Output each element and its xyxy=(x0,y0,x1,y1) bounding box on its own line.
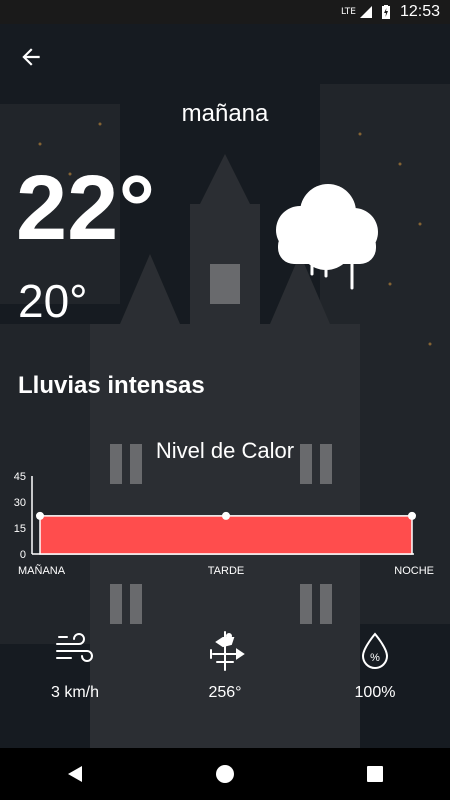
temperature-min: 20° xyxy=(18,275,88,327)
metric-humidity: % 100% xyxy=(325,628,425,702)
nav-recents-button[interactable] xyxy=(355,754,395,794)
signal-icon xyxy=(359,6,372,18)
status-time: 12:53 xyxy=(399,3,440,20)
nav-back-button[interactable] xyxy=(55,754,95,794)
heat-area xyxy=(39,515,413,555)
y-tick-label: 0 xyxy=(20,549,26,561)
svg-text:%: % xyxy=(370,652,380,664)
x-tick-label: TARDE xyxy=(208,565,244,577)
y-tick-label: 45 xyxy=(14,471,26,483)
weather-condition: Lluvias intensas xyxy=(18,372,205,399)
humidity-value: 100% xyxy=(354,684,396,701)
humidity-icon: % xyxy=(361,632,389,669)
circle-home-icon xyxy=(216,765,234,783)
y-tick-label: 30 xyxy=(14,497,26,509)
nav-home-button[interactable] xyxy=(205,754,245,794)
system-navigation-bar xyxy=(0,748,450,800)
y-tick-label: 15 xyxy=(14,523,26,535)
x-tick-label: MAÑANA xyxy=(18,564,66,577)
cloud-rain-icon xyxy=(276,184,378,290)
wind-icon xyxy=(56,633,93,662)
chart-point xyxy=(36,511,44,520)
weathervane-icon xyxy=(210,631,245,671)
metric-wind: 3 km/h xyxy=(25,628,125,702)
temperature-max: 22° xyxy=(16,157,156,259)
chart-point xyxy=(408,511,416,520)
square-recents-icon xyxy=(367,766,383,782)
weather-metrics: 3 km/h 256° % 100% xyxy=(0,628,450,708)
day-title: mañana xyxy=(181,100,269,127)
chart-point xyxy=(222,511,230,520)
network-type: LTE xyxy=(340,7,356,17)
x-tick-label: NOCHE xyxy=(394,565,434,577)
metric-direction: 256° xyxy=(175,628,275,702)
wind-speed: 3 km/h xyxy=(50,684,99,701)
status-bar: LTE 12:53 xyxy=(0,0,450,24)
triangle-back-icon xyxy=(68,766,82,782)
chart-title: Nivel de Calor xyxy=(155,438,295,463)
weather-screen: LTE 12:53 mañana 22° 20° Lluvias intensa… xyxy=(0,0,450,800)
wind-direction: 256° xyxy=(208,684,242,701)
back-arrow-icon[interactable] xyxy=(18,44,44,70)
battery-charging-icon xyxy=(381,5,390,19)
heat-level-chart: 45 30 15 0 MAÑANA TARDE NOCHE xyxy=(14,471,434,577)
